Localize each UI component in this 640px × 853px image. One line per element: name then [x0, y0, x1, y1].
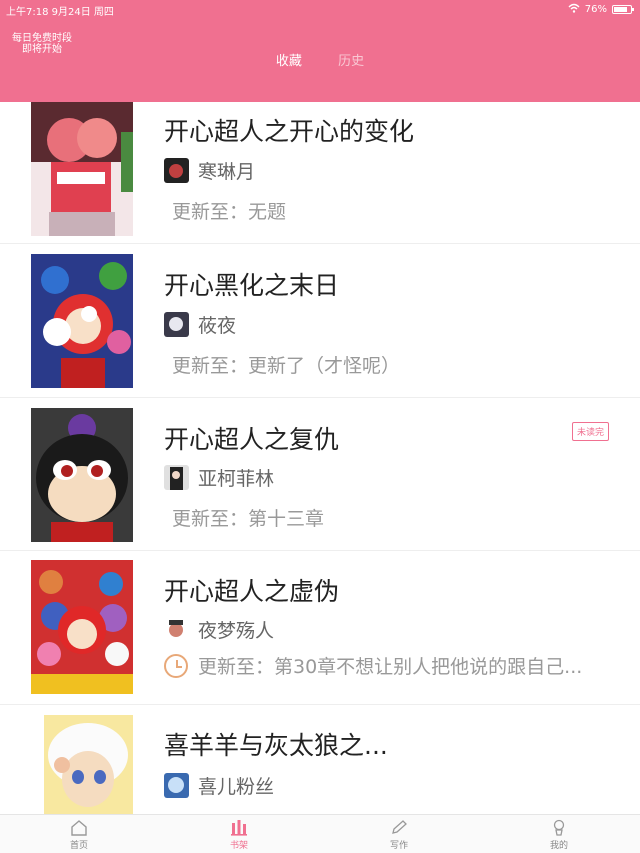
update-status: 更新至：无题 — [172, 201, 287, 223]
book-row[interactable]: 喜羊羊与灰太狼之... 喜儿粉丝 — [0, 705, 640, 815]
nav-home[interactable]: 首页 — [49, 819, 109, 851]
book-cover[interactable] — [31, 408, 133, 542]
profile-icon — [553, 819, 565, 836]
book-list: 开心超人之开心的变化 寒琳月 更新至：无题 开心黑化之末日 莜夜 更新至：更新了… — [0, 102, 640, 815]
wifi-icon — [568, 3, 580, 16]
update-status: 更新至：第30章不想让别人把他说的跟自己... — [198, 656, 583, 678]
book-title[interactable]: 开心超人之虚伪 — [164, 572, 339, 608]
book-cover[interactable] — [31, 254, 133, 388]
book-cover[interactable] — [44, 715, 133, 815]
author-name: 寒琳月 — [198, 161, 256, 183]
notice-line-1: 每日免费时段 — [12, 33, 72, 44]
author-name: 亚柯菲林 — [198, 468, 275, 490]
nav-write[interactable]: 写作 — [369, 819, 429, 851]
nav-write-label: 写作 — [389, 841, 408, 851]
clock-icon — [164, 653, 188, 678]
nav-me[interactable]: 我的 — [529, 819, 589, 851]
update-row: 更新至：第30章不想让别人把他说的跟自己... — [164, 652, 582, 679]
nav-bookshelf[interactable]: 书架 — [209, 819, 269, 851]
header-bar: 上午7:18 9月24日 周四 76% 每日免费时段 即将开始 收藏 历史 — [0, 0, 640, 102]
author-avatar — [164, 617, 189, 642]
book-title[interactable]: 开心超人之开心的变化 — [164, 112, 414, 148]
battery-percent: 76% — [584, 4, 607, 15]
book-title[interactable]: 喜羊羊与灰太狼之... — [164, 726, 388, 762]
author-avatar — [164, 773, 189, 798]
battery-icon — [612, 5, 634, 14]
author-row[interactable]: 莜夜 — [164, 311, 236, 338]
home-icon — [71, 820, 87, 836]
pen-icon — [392, 820, 407, 834]
book-row[interactable]: 开心超人之虚伪 夜梦殇人 更新至：第30章不想让别人把他说的跟自己... — [0, 551, 640, 705]
author-row[interactable]: 喜儿粉丝 — [164, 772, 274, 799]
update-status: 更新至：第十三章 — [172, 508, 325, 530]
tab-favorites[interactable]: 收藏 — [276, 50, 302, 69]
bookshelf-icon — [231, 820, 247, 836]
status-time-date: 上午7:18 9月24日 周四 — [6, 7, 114, 18]
book-cover[interactable] — [31, 560, 133, 694]
shelf-tabs: 收藏 历史 — [0, 50, 640, 69]
author-avatar — [164, 158, 189, 183]
author-row[interactable]: 寒琳月 — [164, 157, 255, 184]
book-row[interactable]: 开心黑化之末日 莜夜 更新至：更新了（才怪呢） — [0, 244, 640, 398]
author-name: 莜夜 — [198, 315, 237, 337]
bottom-navigation: 首页 书架 写作 我的 — [0, 814, 640, 853]
status-bar: 上午7:18 9月24日 周四 76% — [0, 0, 640, 18]
author-avatar — [164, 465, 189, 490]
update-status: 更新至：更新了（才怪呢） — [172, 355, 401, 377]
nav-bookshelf-label: 书架 — [229, 841, 248, 851]
tab-history[interactable]: 历史 — [338, 50, 364, 69]
author-row[interactable]: 夜梦殇人 — [164, 616, 274, 643]
author-row[interactable]: 亚柯菲林 — [164, 464, 274, 491]
status-right-group: 76% — [568, 3, 634, 16]
book-cover[interactable] — [31, 102, 133, 236]
book-title[interactable]: 开心黑化之末日 — [164, 266, 339, 302]
book-title[interactable]: 开心超人之复仇 — [164, 420, 339, 456]
author-name: 夜梦殇人 — [198, 620, 275, 642]
nav-me-label: 我的 — [549, 841, 568, 851]
unread-badge: 未读完 — [571, 422, 609, 441]
book-row[interactable]: 开心超人之复仇 未读完 亚柯菲林 更新至：第十三章 — [0, 398, 640, 551]
book-row[interactable]: 开心超人之开心的变化 寒琳月 更新至：无题 — [0, 102, 640, 244]
nav-home-label: 首页 — [69, 841, 88, 851]
author-name: 喜儿粉丝 — [198, 776, 275, 798]
author-avatar — [164, 312, 189, 337]
